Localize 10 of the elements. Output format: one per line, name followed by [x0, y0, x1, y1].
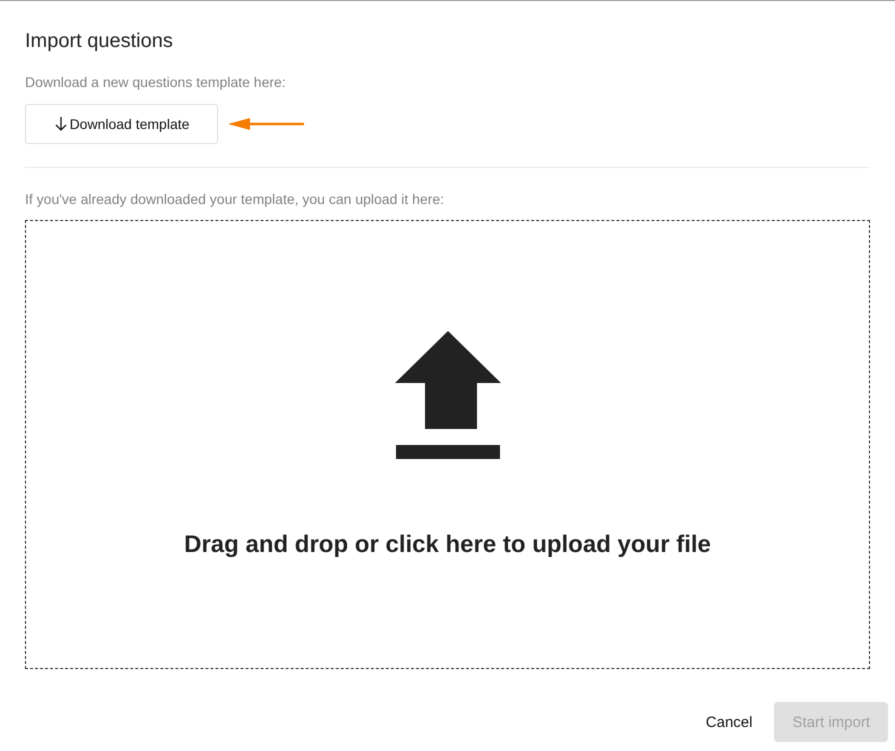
- arrow-icon: [228, 118, 304, 130]
- download-template-button[interactable]: Download template: [25, 104, 218, 144]
- download-hint: Download a new questions template here:: [25, 73, 287, 91]
- dropzone-text: Drag and drop or click here to upload your file: [184, 530, 711, 558]
- download-icon: [54, 116, 68, 132]
- upload-dropzone[interactable]: Drag and drop or click here to upload your file: [25, 220, 870, 669]
- cancel-button[interactable]: Cancel: [698, 702, 760, 742]
- dialog-title: Import questions: [25, 29, 174, 54]
- upload-hint: If you've already downloaded your template, you can upload it here:: [25, 190, 446, 208]
- upload-icon: [394, 330, 500, 458]
